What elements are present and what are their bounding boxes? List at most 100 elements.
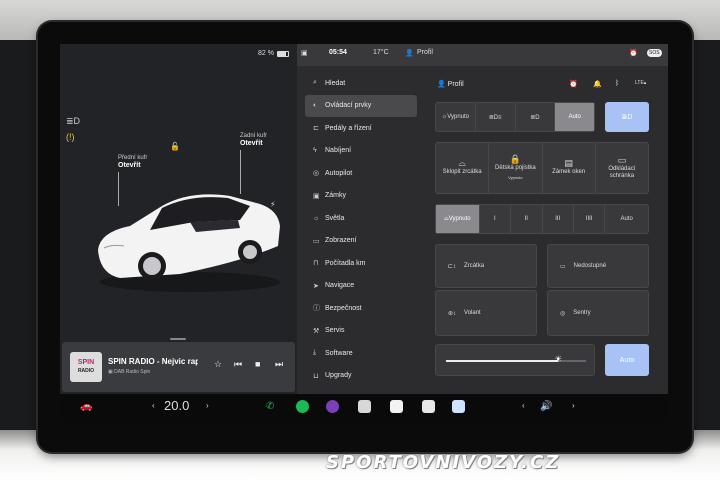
temp-down-chevron-icon[interactable]: ‹ bbox=[152, 401, 155, 410]
headlight-auto-icon: ≣D bbox=[66, 116, 81, 126]
lights-auto-button[interactable]: Auto bbox=[555, 103, 594, 131]
quick-control-2[interactable]: ▤ Zámek oken bbox=[543, 143, 596, 193]
next-icon[interactable]: ⏭ bbox=[275, 359, 283, 370]
profile-person-icon: 👤 bbox=[437, 81, 446, 88]
alarm-icon[interactable]: ⏰ bbox=[629, 49, 638, 57]
favorite-icon[interactable]: ☆ bbox=[214, 359, 222, 370]
climate-temperature[interactable]: 20.0 bbox=[164, 398, 189, 413]
brightness-sun-icon[interactable]: ☀ bbox=[554, 354, 562, 365]
stop-icon[interactable]: ■ bbox=[255, 359, 260, 369]
quick-controls: ⌓ Sklopit zrcátka 🔒 Dětská pojistka Vypnuto ▤… bbox=[435, 142, 649, 194]
quick-control-1[interactable]: 🔒 Dětská pojistka Vypnuto bbox=[489, 143, 543, 193]
car-image bbox=[98, 194, 280, 292]
notes-icon[interactable] bbox=[422, 400, 435, 413]
alarm-clock-icon[interactable]: ⏰ bbox=[569, 80, 578, 88]
wiper-level-1[interactable]: I bbox=[480, 205, 512, 233]
menu-item-6[interactable]: ☼ Světla bbox=[305, 207, 417, 230]
volume-up-chevron-icon[interactable]: › bbox=[572, 401, 575, 410]
parking-lights-button[interactable]: ≣D≡ bbox=[476, 103, 516, 131]
wheel-label: Volant bbox=[464, 310, 481, 316]
quick-control-icon: ⌓ bbox=[458, 158, 466, 168]
wipers-auto-button[interactable]: Auto bbox=[605, 205, 648, 233]
bolt-icon: ϟ bbox=[313, 147, 317, 155]
menu-item-label: Ovládací prvky bbox=[325, 102, 372, 110]
menu-item-8[interactable]: ⊓ Počítadla km bbox=[305, 252, 417, 275]
trip-icon: ⊓ bbox=[313, 260, 319, 268]
touchscreen: 82 % ≣D (!) Přední kufr Otevřít Zadní ku… bbox=[60, 44, 668, 394]
menu-item-11[interactable]: ⚒ Servis bbox=[305, 320, 417, 343]
display-icon: ▭ bbox=[313, 237, 320, 245]
wiper-level-3[interactable]: III bbox=[543, 205, 574, 233]
media-player[interactable]: SPIN RADIO SPIN RADIO - Nejvic rap ▣ DAB… bbox=[62, 338, 295, 392]
low-beam-button[interactable]: ≣D bbox=[516, 103, 556, 131]
sentry-card[interactable]: ◎ Sentry bbox=[547, 290, 649, 336]
menu-item-12[interactable]: ⤓ Software bbox=[305, 342, 417, 365]
quick-control-label: Dětská pojistka bbox=[495, 164, 536, 171]
menu-item-label: Počítadla km bbox=[325, 259, 366, 267]
quick-control-icon: ▭ bbox=[617, 154, 627, 165]
menu-item-13[interactable]: ⊔ Upgrady bbox=[305, 365, 417, 388]
rear-trunk-label[interactable]: Zadní kufr Otevřít bbox=[240, 132, 267, 148]
mirrors-card[interactable]: ⊏↕ Zrcátka bbox=[435, 244, 537, 288]
bell-icon[interactable]: 🔔 bbox=[593, 80, 602, 88]
menu-item-10[interactable]: ⓘ Bezpečnost bbox=[305, 297, 417, 320]
car-visualization-panel: 82 % ≣D (!) Přední kufr Otevřít Zadní ku… bbox=[60, 44, 297, 394]
calendar-icon[interactable] bbox=[390, 400, 403, 413]
quick-control-0[interactable]: ⌓ Sklopit zrcátka bbox=[436, 143, 490, 193]
menu-item-2[interactable]: ⊏ Pedály a řízení bbox=[305, 117, 417, 140]
search-icon: ⌕ bbox=[313, 79, 317, 87]
more-apps-icon[interactable] bbox=[358, 400, 371, 413]
profile-row[interactable]: 👤 Profil bbox=[437, 80, 464, 88]
map-icon[interactable]: ▣ bbox=[301, 49, 308, 57]
car-icon[interactable]: 🚗 bbox=[80, 401, 92, 412]
menu-item-label: Software bbox=[325, 349, 353, 357]
auto-high-beam-button[interactable]: ≣D bbox=[605, 102, 649, 132]
player-drag-handle[interactable] bbox=[170, 338, 186, 340]
bag-icon: ⊔ bbox=[313, 372, 319, 380]
menu-item-label: Navigace bbox=[325, 282, 355, 290]
toybox-icon[interactable] bbox=[452, 400, 465, 413]
dock-bar: 🚗 ‹ 20.0 › ✆ ‹ 🔊 › bbox=[60, 394, 668, 422]
steering-icon: ◎ bbox=[313, 170, 320, 178]
menu-item-3[interactable]: ϟ Nabíjení bbox=[305, 140, 417, 163]
front-trunk-label[interactable]: Přední kufr Otevřít bbox=[118, 154, 147, 170]
steering-wheel-card[interactable]: ⊛↕ Volant bbox=[435, 290, 537, 336]
quick-control-label: Zámek oken bbox=[552, 169, 586, 175]
front-trunk-text: Přední kufr bbox=[118, 155, 148, 161]
phone-icon[interactable]: ✆ bbox=[266, 401, 274, 412]
front-trunk-action: Otevřít bbox=[118, 162, 141, 169]
menu-item-1[interactable]: ◐ Ovládací prvky bbox=[305, 94, 417, 117]
menu-item-0[interactable]: ⌕ Hledat bbox=[305, 72, 417, 95]
brightness-auto-button[interactable]: Auto bbox=[605, 344, 649, 376]
profile-icon[interactable]: 👤 bbox=[405, 49, 414, 57]
sos-button[interactable]: SOS bbox=[647, 49, 662, 57]
unlock-icon[interactable]: 🔓 bbox=[170, 142, 180, 151]
previous-icon[interactable]: ⏮ bbox=[234, 359, 242, 370]
spotify-icon[interactable] bbox=[296, 400, 309, 413]
menu-item-9[interactable]: ➤ Navigace bbox=[305, 275, 417, 298]
menu-item-5[interactable]: ▣ Zámky bbox=[305, 185, 417, 208]
menu-item-label: Pedály a řízení bbox=[325, 124, 372, 132]
volume-icon[interactable]: 🔊 bbox=[540, 401, 552, 412]
camera-icon[interactable] bbox=[326, 400, 339, 413]
temp-up-chevron-icon[interactable]: › bbox=[206, 401, 209, 410]
status-profile[interactable]: Profil bbox=[417, 49, 433, 56]
menu-item-7[interactable]: ▭ Zobrazení bbox=[305, 230, 417, 253]
menu-item-label: Servis bbox=[325, 327, 345, 335]
volume-down-chevron-icon[interactable]: ‹ bbox=[522, 401, 525, 410]
light-icon: ☼ bbox=[313, 214, 320, 222]
rear-trunk-text: Zadní kufr bbox=[240, 133, 268, 139]
bluetooth-icon[interactable]: ᛒ bbox=[615, 80, 619, 87]
unavailable-label: Nedostupné bbox=[573, 263, 607, 269]
wiper-level-2[interactable]: II bbox=[511, 205, 543, 233]
station-title: SPIN RADIO - Nejvic rap bbox=[108, 357, 198, 366]
menu-item-4[interactable]: ◎ Autopilot bbox=[305, 162, 417, 185]
tire-pressure-icon: (!) bbox=[66, 132, 75, 142]
lights-off-button[interactable]: ☼ Vypnuto bbox=[436, 103, 476, 131]
wipers-off-button[interactable]: ⌓ Vypnuto bbox=[436, 205, 480, 233]
unavailable-card[interactable]: ▭ Nedostupné bbox=[547, 244, 649, 288]
wiper-level-4[interactable]: IIII bbox=[574, 205, 606, 233]
quick-control-3[interactable]: ▭ Odkládací schránka bbox=[596, 143, 648, 193]
settings-panel: ▣ 05:54 17°C 👤 Profil ⏰ SOS ⌕ Hledat ◐ Ovlá… bbox=[297, 44, 668, 394]
info-icon: ⓘ bbox=[313, 305, 320, 313]
